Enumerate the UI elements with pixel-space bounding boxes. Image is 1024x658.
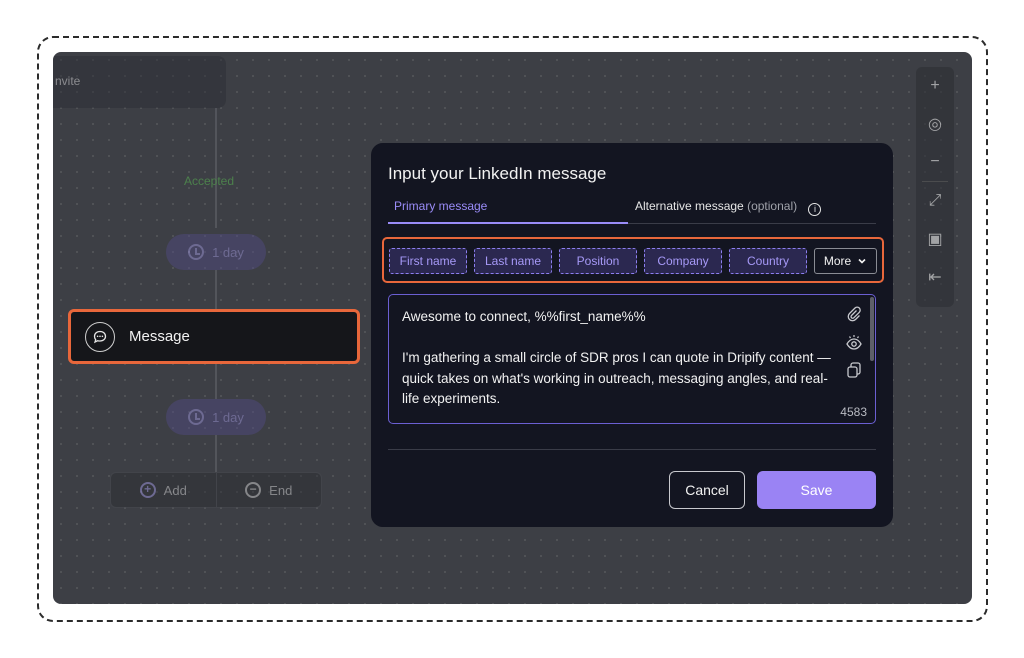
clock-icon	[188, 244, 205, 260]
clock-icon	[188, 409, 205, 425]
variable-chip-country[interactable]: Country	[729, 248, 807, 274]
save-icon[interactable]: ▣	[916, 220, 954, 258]
delay-badge[interactable]: 1 day	[166, 399, 266, 435]
delay-badge[interactable]: 1 day	[166, 234, 266, 270]
editor-tools	[845, 305, 863, 379]
fit-screen-icon[interactable]: ⤢	[916, 182, 954, 220]
linkedin-message-modal: Input your LinkedIn message Primary mess…	[371, 143, 893, 527]
connector-line	[215, 435, 217, 472]
cancel-button[interactable]: Cancel	[669, 471, 745, 509]
tab-alternative-optional: (optional)	[747, 199, 798, 213]
variable-chip-last-name[interactable]: Last name	[474, 248, 552, 274]
character-count: 4583	[840, 405, 867, 419]
variable-chip-company[interactable]: Company	[644, 248, 722, 274]
tab-primary-message[interactable]: Primary message	[394, 199, 487, 213]
zoom-out-icon[interactable]: −	[916, 143, 954, 181]
invite-node[interactable]: nvite	[53, 56, 226, 108]
attachment-icon[interactable]	[845, 305, 863, 323]
connector-line	[215, 364, 217, 400]
message-editor[interactable]: Awesome to connect, %%first_name%% I'm g…	[388, 294, 876, 424]
more-variables-button[interactable]: More	[814, 248, 877, 274]
add-label: Add	[163, 482, 187, 498]
chevron-down-icon	[858, 258, 866, 264]
variable-chip-position[interactable]: Position	[559, 248, 637, 274]
preview-eye-icon[interactable]	[845, 333, 863, 351]
save-button[interactable]: Save	[757, 471, 876, 509]
end-label: End	[269, 482, 293, 498]
message-line-body: I'm gathering a small circle of SDR pros…	[402, 350, 831, 406]
delay-label: 1 day	[212, 244, 244, 260]
message-node-label: Message	[129, 328, 190, 345]
more-label: More	[823, 254, 852, 268]
variable-chip-first-name[interactable]: First name	[389, 248, 467, 274]
message-bubble-icon	[85, 321, 115, 352]
tab-alternative-label: Alternative message	[635, 199, 744, 213]
delay-label: 1 day	[212, 409, 244, 425]
info-icon[interactable]: i	[808, 203, 822, 216]
invite-label: nvite	[55, 74, 81, 88]
minus-circle-icon: −	[245, 482, 262, 498]
center-icon[interactable]: ◎	[916, 105, 954, 143]
exit-icon[interactable]: ⇤	[916, 258, 954, 296]
connector-line	[215, 108, 217, 228]
active-tab-indicator	[388, 222, 628, 224]
add-step-button[interactable]: + Add	[111, 473, 216, 507]
tab-alternative-message[interactable]: Alternative message (optional) i	[635, 199, 822, 216]
message-node[interactable]: Message	[68, 309, 360, 364]
editor-scrollbar[interactable]	[870, 297, 874, 361]
message-line-greeting: Awesome to connect, %%first_name%%	[402, 309, 646, 324]
message-text[interactable]: Awesome to connect, %%first_name%% I'm g…	[402, 307, 832, 410]
zoom-in-icon[interactable]: +	[916, 67, 954, 105]
variable-chips: First name Last name Position Company Co…	[382, 237, 884, 283]
connector-line	[215, 270, 217, 310]
add-end-control: + Add − End	[110, 472, 322, 508]
end-step-button[interactable]: − End	[215, 473, 322, 507]
accepted-label: Accepted	[184, 174, 235, 188]
modal-divider	[388, 449, 876, 450]
modal-title: Input your LinkedIn message	[388, 164, 607, 183]
canvas-toolbar: + ◎ − ⤢ ▣ ⇤	[916, 67, 954, 307]
copy-icon[interactable]	[845, 361, 863, 379]
plus-circle-icon: +	[139, 482, 156, 498]
